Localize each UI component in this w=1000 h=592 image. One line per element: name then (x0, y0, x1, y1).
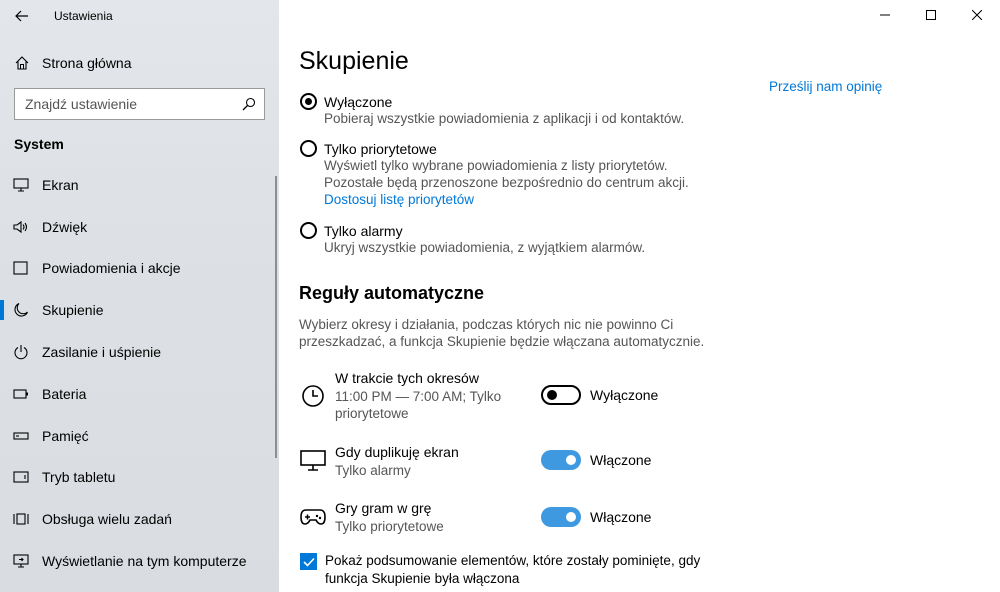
sidebar-item-ekran[interactable]: Ekran (0, 164, 279, 206)
sidebar-scrollbar[interactable] (275, 176, 277, 458)
sidebar-item-label: Pamięć (42, 427, 89, 444)
sidebar-item-bateria[interactable]: Bateria (0, 373, 279, 415)
monitor-icon (299, 450, 327, 472)
section-header: System (14, 136, 64, 152)
radio-description: Ukryj wszystkie powiadomienia, z wyjątki… (324, 240, 646, 255)
sidebar-item-label: Ekran (42, 176, 79, 193)
rule-title: Gdy duplikuję ekran (335, 444, 459, 460)
display-icon (13, 178, 29, 192)
project-icon (13, 554, 29, 568)
main-content: Skupienie Prześlij nam opinię Wyłączone … (279, 0, 1000, 592)
close-icon (972, 10, 982, 20)
sidebar-item-label: Tryb tabletu (42, 469, 116, 486)
maximize-icon (926, 10, 936, 20)
sidebar-item-wiele-zadan[interactable]: Obsługa wielu zadań (0, 498, 279, 540)
summary-checkbox[interactable] (300, 553, 317, 570)
home-label: Strona główna (42, 55, 132, 71)
customize-priority-list-link[interactable]: Dostosuj listę priorytetów (324, 192, 474, 207)
toggle-knob (566, 512, 576, 522)
close-button[interactable] (954, 0, 1000, 30)
speaker-icon (13, 220, 29, 234)
sidebar-item-skupienie[interactable]: Skupienie (0, 289, 279, 331)
sidebar-item-label: Zasilanie i uśpienie (42, 344, 162, 361)
gamepad-icon (299, 508, 327, 526)
sidebar-item-label: Bateria (42, 385, 87, 402)
sidebar: Ustawienia Strona główna Znajdź ustawien… (0, 0, 279, 592)
toggle-knob (566, 455, 576, 465)
minimize-button[interactable] (862, 0, 908, 30)
rule-time-periods-toggle[interactable] (541, 385, 581, 405)
notification-icon (13, 261, 29, 276)
power-icon (13, 344, 29, 360)
sidebar-item-pamiec[interactable]: Pamięć (0, 415, 279, 457)
rule-gaming-toggle[interactable] (541, 507, 581, 527)
moon-icon (13, 302, 29, 318)
home-icon (14, 55, 30, 71)
storage-icon (13, 432, 29, 440)
radio-description: Wyświetl tylko wybrane powiadomienia z l… (324, 158, 668, 173)
rule-subtitle: Tylko priorytetowe (335, 519, 444, 534)
back-button[interactable] (0, 0, 44, 32)
rule-duplicate-screen-toggle[interactable] (541, 450, 581, 470)
radio-circle[interactable] (300, 93, 317, 110)
maximize-button[interactable] (908, 0, 954, 30)
rule-subtitle: 11:00 PM — 7:00 AM; Tylko priorytetowe (335, 389, 502, 421)
sidebar-item-label: Wyświetlanie na tym komputerze (42, 553, 247, 570)
minimize-icon (880, 14, 890, 16)
sidebar-item-label: Obsługa wielu zadań (42, 511, 172, 528)
page-title: Skupienie (299, 47, 409, 75)
rule-title: W trakcie tych okresów (335, 370, 479, 386)
sidebar-nav: Ekran Dźwięk Powiadomienia i akcje Skupi… (0, 164, 279, 582)
battery-icon (13, 389, 29, 399)
sidebar-item-label: Skupienie (42, 302, 104, 319)
radio-circle[interactable] (300, 140, 317, 157)
radio-description: Pozostałe będą przenoszone bezpośrednio … (324, 175, 689, 190)
sidebar-item-tryb-tabletu[interactable]: Tryb tabletu (0, 457, 279, 499)
window-controls (862, 0, 1000, 30)
sidebar-item-label: Powiadomienia i akcje (42, 260, 181, 277)
toggle-state-label: Wyłączone (590, 387, 659, 403)
rules-intro: Wybierz okresy i działania, podczas któr… (299, 317, 705, 349)
sidebar-item-label: Dźwięk (42, 218, 88, 235)
rule-title: Gry gram w grę (335, 500, 432, 516)
summary-checkbox-label: Pokaż podsumowanie elementów, które zost… (325, 553, 701, 586)
sidebar-item-zasilanie[interactable]: Zasilanie i uśpienie (0, 331, 279, 373)
tablet-icon (13, 471, 29, 484)
home-link[interactable]: Strona główna (0, 44, 279, 82)
feedback-link[interactable]: Prześlij nam opinię (769, 79, 882, 94)
toggle-knob (547, 390, 557, 400)
rules-heading: Reguły automatyczne (299, 283, 485, 303)
checkmark-icon (302, 557, 315, 567)
radio-description: Pobieraj wszystkie powiadomienia z aplik… (324, 111, 685, 126)
search-placeholder: Znajdź ustawienie (25, 96, 138, 112)
clock-icon (299, 384, 327, 408)
radio-label: Tylko alarmy (324, 223, 403, 239)
toggle-state-label: Włączone (590, 509, 652, 525)
rule-subtitle: Tylko alarmy (335, 463, 411, 478)
sidebar-item-dzwiek[interactable]: Dźwięk (0, 206, 279, 248)
sidebar-item-wyswietlanie[interactable]: Wyświetlanie na tym komputerze (0, 540, 279, 582)
radio-label: Wyłączone (324, 94, 393, 110)
radio-label: Tylko priorytetowe (324, 141, 437, 157)
title-bar: Ustawienia (0, 0, 279, 32)
search-icon[interactable] (234, 97, 264, 111)
radio-circle[interactable] (300, 222, 317, 239)
sidebar-item-powiadomienia[interactable]: Powiadomienia i akcje (0, 248, 279, 290)
back-arrow-icon (15, 10, 28, 22)
search-input[interactable]: Znajdź ustawienie (14, 88, 265, 120)
app-title: Ustawienia (54, 9, 113, 23)
multitasking-icon (13, 512, 29, 526)
toggle-state-label: Włączone (590, 452, 652, 468)
